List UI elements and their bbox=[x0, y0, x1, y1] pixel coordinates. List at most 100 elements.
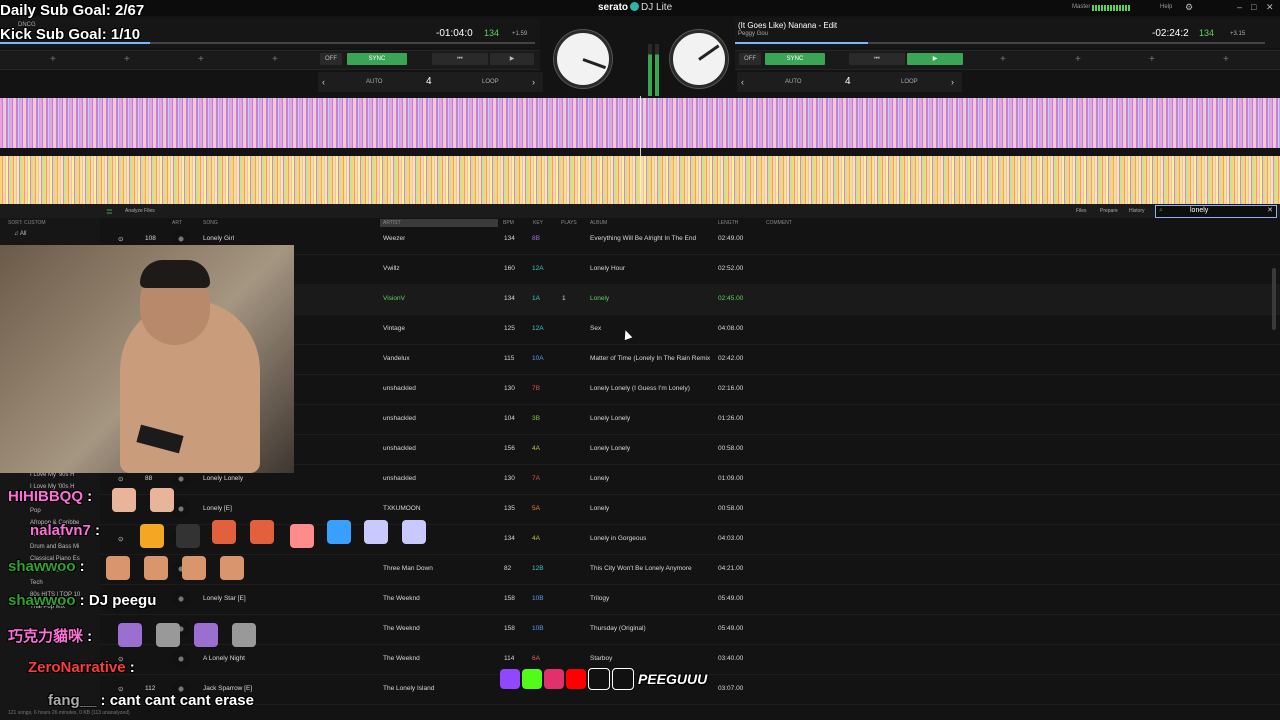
album-name: Matter of Time (Lonely In The Rain Remix bbox=[590, 355, 711, 362]
chat-message: ZeroNarrative : bbox=[28, 659, 135, 676]
bpm-value: 115 bbox=[504, 355, 515, 362]
search-input[interactable]: lonely bbox=[1190, 207, 1208, 214]
deck-right-play-button[interactable]: ▶ bbox=[907, 53, 963, 65]
crate-all[interactable]: ♫ All bbox=[14, 231, 114, 237]
chat-separator: : bbox=[75, 592, 89, 609]
cue-add-3[interactable]: + bbox=[198, 54, 204, 65]
kick-icon bbox=[522, 669, 542, 689]
bpm-value: 130 bbox=[504, 385, 515, 392]
album-name: Trilogy bbox=[590, 595, 610, 602]
chat-separator: : bbox=[96, 692, 110, 709]
loop-right-next-icon[interactable]: › bbox=[951, 77, 954, 87]
emote-icon bbox=[212, 520, 236, 544]
files-button[interactable]: Files bbox=[1076, 208, 1087, 214]
table-row[interactable]: ⊙The Weeknd15810BThursday (Original)05:4… bbox=[100, 614, 1280, 645]
maximize-icon[interactable]: □ bbox=[1251, 2, 1256, 12]
emote-icon bbox=[290, 524, 314, 548]
deck-right-platter[interactable] bbox=[670, 30, 728, 88]
history-button[interactable]: History bbox=[1129, 208, 1145, 214]
chat-separator: : bbox=[125, 659, 135, 676]
length-value: 04:08.00 bbox=[718, 325, 744, 332]
row-number: 112 bbox=[145, 685, 156, 692]
album-name: Lonely bbox=[590, 475, 610, 482]
deck-left-play-button[interactable]: ▶ bbox=[490, 53, 534, 65]
prepare-button[interactable]: Prepare bbox=[1100, 208, 1118, 214]
deck-left-loop[interactable]: LOOP bbox=[482, 79, 499, 85]
chat-message: shawwoo : bbox=[8, 558, 85, 575]
deck-left-platter[interactable] bbox=[554, 30, 612, 88]
key-value: 12B bbox=[532, 565, 544, 572]
artist-name: The Lonely Island bbox=[383, 685, 435, 692]
deck-right-loop[interactable]: LOOP bbox=[901, 79, 918, 85]
help-menu[interactable]: Help bbox=[1160, 4, 1172, 10]
album-name: Lonely Lonely bbox=[590, 415, 631, 422]
album-name: Lonely bbox=[590, 295, 610, 302]
loop-left-next-icon[interactable]: › bbox=[532, 77, 535, 87]
cue-add-1[interactable]: + bbox=[50, 54, 56, 65]
deck-left-auto[interactable]: AUTO bbox=[366, 79, 383, 85]
deck-right-remain: -02:24:2 bbox=[1152, 28, 1189, 39]
key-value: 7B bbox=[532, 385, 540, 392]
analyze-icon[interactable]: ≣ bbox=[106, 207, 113, 216]
bpm-value: 156 bbox=[504, 445, 515, 452]
deck-right-sync-button[interactable]: SYNC bbox=[765, 53, 825, 65]
deck-left-cue-button[interactable]: ⏮ bbox=[432, 53, 488, 65]
length-value: 02:45.00 bbox=[718, 295, 744, 302]
length-value: 03:40.00 bbox=[718, 655, 744, 662]
bpm-value: 134 bbox=[504, 235, 515, 242]
key-value: 6A bbox=[532, 655, 540, 662]
artist-name: VisionV bbox=[383, 295, 405, 302]
clear-search-icon[interactable]: ✕ bbox=[1267, 206, 1273, 214]
chat-message: 巧克力貓咪 : bbox=[8, 625, 92, 646]
deck-right-off-button[interactable]: OFF bbox=[739, 53, 761, 65]
loop-left-prev-icon[interactable]: ‹ bbox=[322, 77, 325, 87]
twitch-icon bbox=[500, 669, 520, 689]
emote-icon bbox=[182, 556, 206, 580]
deck-left-off-button[interactable]: OFF bbox=[320, 53, 342, 65]
deck-right-auto[interactable]: AUTO bbox=[785, 79, 802, 85]
close-icon[interactable]: ✕ bbox=[1266, 2, 1274, 13]
emote-icon bbox=[118, 623, 142, 647]
emote-icon bbox=[232, 623, 256, 647]
key-value: 12A bbox=[532, 265, 544, 272]
song-title: A Lonely Night bbox=[203, 655, 245, 662]
search-box[interactable]: ⌕ lonely ✕ bbox=[1155, 205, 1277, 218]
table-row[interactable]: ⊙ 134 4A Lonely in Gorgeous 04:03.00 bbox=[100, 524, 1280, 555]
length-value: 02:16.00 bbox=[718, 385, 744, 392]
search-icon: ⌕ bbox=[1159, 207, 1163, 214]
chat-username: nalafvn7 bbox=[30, 522, 91, 539]
deck-right-progress[interactable] bbox=[735, 42, 1265, 44]
bpm-value: 125 bbox=[504, 325, 515, 332]
social-banner: PEEGUUU bbox=[500, 668, 716, 702]
song-title: Jack Sparrow [E] bbox=[203, 685, 253, 692]
master-label: Master bbox=[1072, 4, 1091, 10]
cue-add-4[interactable]: + bbox=[272, 54, 278, 65]
album-name: Sex bbox=[590, 325, 602, 332]
deck-right-cue-button[interactable]: ⏮ bbox=[849, 53, 905, 65]
table-row[interactable]: ⊙Three Man Down8212BThis City Won't Be L… bbox=[100, 554, 1280, 585]
key-value: 4A bbox=[532, 535, 540, 542]
emote-icon bbox=[106, 556, 130, 580]
table-row[interactable]: ⊙Lonely [E]TXKUMOON1355ALonely00:58.00 bbox=[100, 494, 1280, 525]
emote-icon bbox=[176, 524, 200, 548]
analyze-files-button[interactable]: Analyze Files bbox=[125, 208, 155, 214]
song-title: Lonely Star [E] bbox=[203, 595, 246, 602]
loop-right-prev-icon[interactable]: ‹ bbox=[741, 77, 744, 87]
cue-add-8[interactable]: + bbox=[1223, 54, 1229, 65]
cue-add-5[interactable]: + bbox=[1000, 54, 1006, 65]
library-scrollbar[interactable] bbox=[1272, 268, 1276, 330]
length-value: 01:09.00 bbox=[718, 475, 744, 482]
track-status-icon: ⊙ bbox=[118, 236, 124, 243]
emote-icon bbox=[144, 556, 168, 580]
deck-left-sync-button[interactable]: SYNC bbox=[347, 53, 407, 65]
sort-label[interactable]: SORT: CUSTOM bbox=[8, 220, 108, 226]
row-number: 108 bbox=[145, 235, 156, 242]
cue-add-6[interactable]: + bbox=[1075, 54, 1081, 65]
settings-icon[interactable]: ⚙ bbox=[1185, 2, 1193, 13]
chat-message: fang__ : cant cant cant erase bbox=[48, 692, 254, 709]
emote-icon bbox=[112, 488, 136, 512]
table-row[interactable]: ⊙ Lonely Star [E] The Weeknd 158 10B Trilogy 0… bbox=[100, 584, 1280, 615]
cue-add-7[interactable]: + bbox=[1149, 54, 1155, 65]
cue-add-2[interactable]: + bbox=[124, 54, 130, 65]
minimize-icon[interactable]: – bbox=[1237, 2, 1242, 12]
